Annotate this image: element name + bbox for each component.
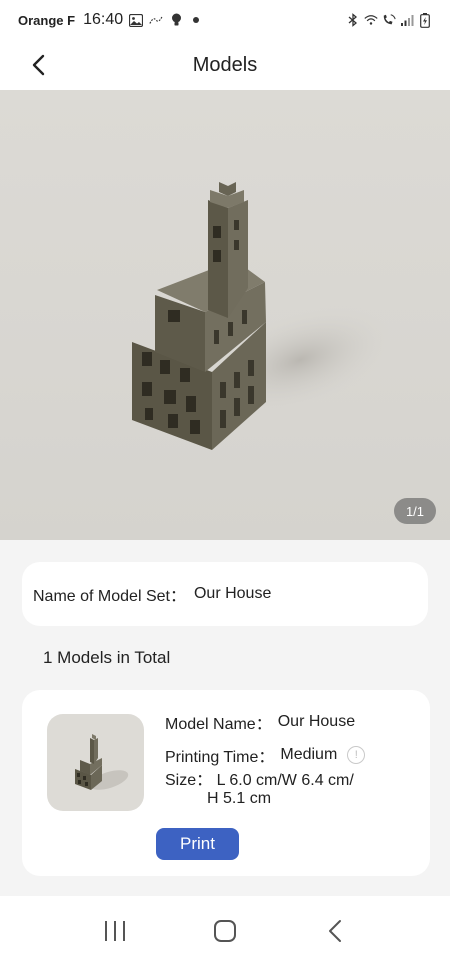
model-3d-print-image (132, 182, 397, 450)
page-title: Models (192, 53, 258, 76)
model-name-label: Model Name： (165, 716, 272, 733)
back-button[interactable] (22, 48, 56, 82)
recent-apps-button[interactable] (85, 911, 145, 951)
status-bar: Orange F 16:40 (0, 0, 450, 40)
models-total-label: 1 Models in Total (43, 648, 171, 667)
home-button[interactable] (195, 911, 255, 951)
model-set-value: Our House (193, 585, 272, 602)
model-card[interactable]: Model Name： Our House Printing Time： Med… (22, 690, 430, 876)
home-icon (214, 919, 236, 942)
recent-apps-icon (105, 920, 125, 941)
call-icon (149, 13, 163, 27)
signal-icon (400, 13, 414, 27)
size-line1: L 6.0 cm/W 6.4 cm/ (216, 772, 354, 789)
info-icon[interactable]: ! (347, 746, 366, 764)
bluetooth-icon (346, 13, 360, 27)
model-set-name-card: Name of Model Set： Our House (22, 562, 428, 626)
wifi-calling-icon (382, 13, 396, 27)
model-name-value: Our House (277, 713, 356, 730)
app-header: Models (0, 40, 450, 90)
printing-time-label: Printing Time： (165, 749, 275, 766)
size-block: Size： L 6.0 cm/W 6.4 cm/ H 5.1 cm (165, 772, 354, 808)
system-nav-bar (0, 896, 450, 965)
size-label: Size： (165, 772, 213, 789)
printing-time-row: Printing Time： Medium ! (165, 743, 366, 767)
clock: 16:40 (83, 11, 124, 28)
status-left: Orange F 16:40 (18, 11, 203, 29)
dot-icon (189, 13, 203, 27)
battery-icon (418, 12, 432, 28)
printing-time-value: Medium (280, 746, 338, 763)
status-right (346, 12, 432, 28)
model-name-row: Model Name： Our House (165, 710, 355, 734)
model-thumbnail-image (75, 734, 129, 790)
gallery-icon (129, 13, 144, 27)
lightbulb-icon (169, 13, 183, 27)
model-image[interactable]: 1/1 (0, 90, 450, 540)
carrier-label: Orange F (18, 12, 76, 28)
model-thumbnail[interactable] (47, 714, 144, 811)
image-counter: 1/1 (394, 498, 436, 524)
model-set-label: Name of Model Set： (33, 588, 186, 605)
back-icon (329, 919, 341, 942)
size-line2: H 5.1 cm (207, 790, 272, 807)
wifi-icon (364, 13, 378, 27)
nav-back-button[interactable] (305, 911, 365, 951)
chevron-left-icon (32, 54, 45, 76)
print-button[interactable]: Print (156, 828, 239, 860)
